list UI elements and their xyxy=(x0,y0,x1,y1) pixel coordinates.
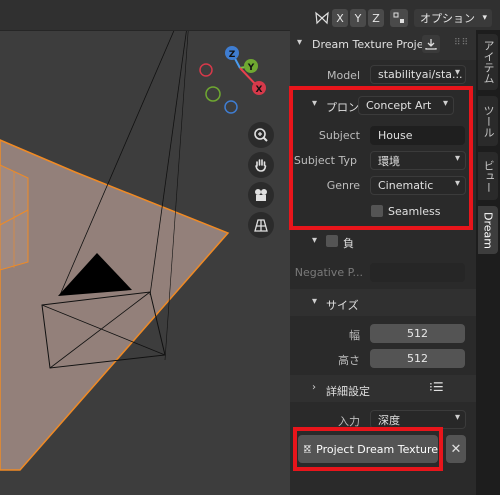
mirror-y-toggle[interactable]: Y xyxy=(350,9,366,27)
panel-title: Dream Texture Project xyxy=(312,38,434,51)
zoom-icon[interactable] xyxy=(248,122,274,148)
size-collapse-chevron-icon[interactable]: ▾ xyxy=(312,296,317,307)
perspective-grid-icon[interactable] xyxy=(248,212,274,238)
chevron-down-icon: ▾ xyxy=(454,412,460,423)
model-dropdown[interactable]: stabilityai/sta... ▾ xyxy=(370,65,466,84)
negative-checkbox[interactable] xyxy=(326,235,338,247)
model-value: stabilityai/sta... xyxy=(378,68,463,81)
highlight-prompt-section xyxy=(289,86,473,230)
mirror-x-toggle[interactable]: X xyxy=(332,9,348,27)
sidebar-tabs: アイテム ツール ビュー Dream xyxy=(476,30,500,495)
size-section-title: サイズ xyxy=(326,299,359,312)
negative-prompt-label: Negative P... xyxy=(294,266,363,279)
negative-section-title: 負 xyxy=(343,237,354,250)
tab-tool[interactable]: ツール xyxy=(478,96,498,146)
tab-item[interactable]: アイテム xyxy=(478,34,498,90)
gizmo-x-label: X xyxy=(256,85,263,95)
options-label: オプション xyxy=(420,12,475,25)
advanced-section-header[interactable] xyxy=(290,375,476,402)
size-section-header[interactable] xyxy=(290,289,476,316)
gizmo-y-label: Y xyxy=(247,63,255,73)
mirror-z-toggle[interactable]: Z xyxy=(368,9,384,27)
width-input[interactable]: 512 xyxy=(370,324,465,343)
chevron-down-icon: ▾ xyxy=(482,13,487,23)
gizmo-z-label: Z xyxy=(229,50,236,60)
orientation-gizmo: Z Y X xyxy=(199,46,266,114)
width-label: 幅 xyxy=(349,329,360,342)
3d-viewport[interactable]: Z Y X xyxy=(0,0,290,495)
height-label: 高さ xyxy=(338,354,360,367)
drag-handle-icon[interactable]: ⠿⠿ xyxy=(454,38,469,48)
pan-hand-icon[interactable] xyxy=(248,152,274,178)
model-label: Model xyxy=(326,69,360,82)
tab-dream[interactable]: Dream xyxy=(478,206,498,254)
highlight-project-button xyxy=(293,427,443,471)
viewport-header xyxy=(0,0,290,31)
camera-view-icon[interactable] xyxy=(248,182,274,208)
negative-collapse-chevron-icon[interactable]: ▾ xyxy=(312,235,317,246)
panel-header[interactable]: ▾ Dream Texture Project ⠿⠿ xyxy=(290,30,476,60)
header-toolbar: X Y Z オプション ▾ xyxy=(290,0,500,31)
reference-plane xyxy=(0,139,230,471)
collapse-chevron-icon[interactable]: ▾ xyxy=(297,37,302,48)
list-menu-icon[interactable]: ⁝☰ xyxy=(429,380,444,394)
advanced-section-title: 詳細設定 xyxy=(326,385,370,398)
height-input[interactable]: 512 xyxy=(370,349,465,368)
input-value: 深度 xyxy=(378,413,400,427)
scene-canvas[interactable]: Z Y X xyxy=(0,0,290,495)
options-dropdown[interactable]: オプション ▾ xyxy=(414,9,492,27)
close-icon[interactable]: ✕ xyxy=(446,435,466,463)
tab-view[interactable]: ビュー xyxy=(478,152,498,200)
mirror-butterfly-icon[interactable] xyxy=(314,9,330,27)
download-icon[interactable] xyxy=(422,35,440,53)
chevron-down-icon: ▾ xyxy=(454,67,460,78)
snap-icon[interactable] xyxy=(390,9,408,27)
negative-prompt-input[interactable] xyxy=(370,263,465,282)
advanced-expand-chevron-icon[interactable]: › xyxy=(312,382,316,393)
